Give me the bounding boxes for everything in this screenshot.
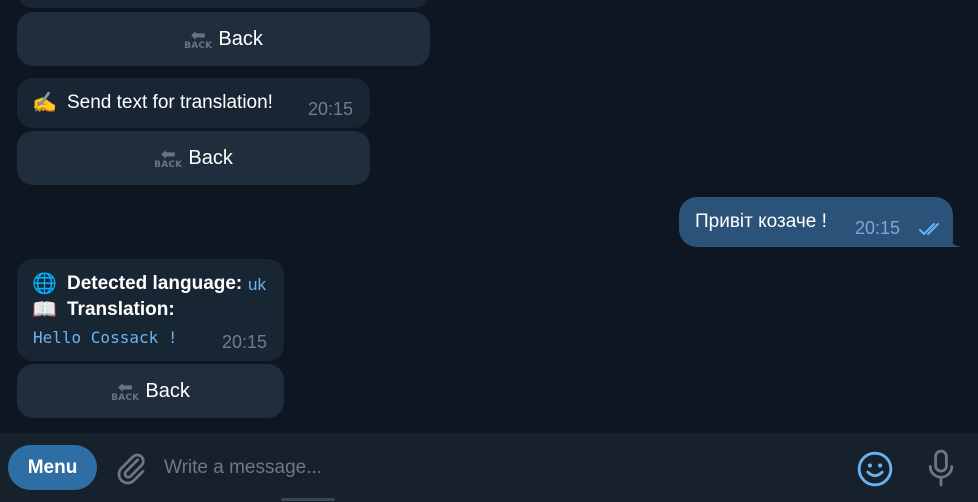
outgoing-text: Привіт козаче ! <box>695 211 827 232</box>
translation-label: Translation: <box>67 299 175 320</box>
detected-language-value: uk <box>248 275 266 294</box>
back-arrow-icon: ⬅ BACK <box>111 376 140 403</box>
message-bubble-partial <box>17 0 430 8</box>
resize-handle[interactable] <box>281 498 335 501</box>
back-button-label: Back <box>218 27 263 50</box>
menu-button[interactable]: Menu <box>8 445 97 490</box>
menu-button-label: Menu <box>27 456 78 478</box>
translation-text[interactable]: Hello Cossack ! <box>33 328 178 347</box>
paperclip-icon[interactable] <box>113 450 149 486</box>
double-check-icon <box>919 223 939 235</box>
back-button-label: Back <box>188 146 233 169</box>
detected-language-label: Detected language: <box>67 273 243 294</box>
outgoing-message: Привіт козаче ! 20:15 <box>679 197 953 247</box>
back-button[interactable]: ⬅ BACK Back <box>17 12 430 66</box>
bubble-tail <box>945 233 962 247</box>
message-input-bar: Menu <box>0 433 978 502</box>
message-input[interactable] <box>164 448 824 488</box>
message-time: 20:15 <box>855 218 901 238</box>
smiley-icon[interactable] <box>856 450 894 488</box>
back-arrow-icon: ⬅ BACK <box>184 24 213 51</box>
translation-result-message: 🌐 Detected language: uk 📖 Translation: H… <box>17 259 284 361</box>
message-time: 20:15 <box>222 332 268 352</box>
writing-hand-emoji: ✍️ <box>32 92 57 114</box>
book-emoji: 📖 <box>32 299 57 321</box>
prompt-text: Send text for translation! <box>67 92 273 113</box>
globe-emoji: 🌐 <box>32 273 57 295</box>
chat-history: ⬅ BACK Back ✍️ Send text for translation… <box>0 0 978 433</box>
back-button[interactable]: ⬅ BACK Back <box>17 364 284 418</box>
bot-prompt-message: ✍️ Send text for translation! 20:15 <box>17 78 370 128</box>
microphone-icon[interactable] <box>922 448 960 488</box>
back-arrow-icon: ⬅ BACK <box>154 143 183 170</box>
back-button[interactable]: ⬅ BACK Back <box>17 131 370 185</box>
back-button-label: Back <box>145 379 190 402</box>
message-time: 20:15 <box>308 99 354 119</box>
